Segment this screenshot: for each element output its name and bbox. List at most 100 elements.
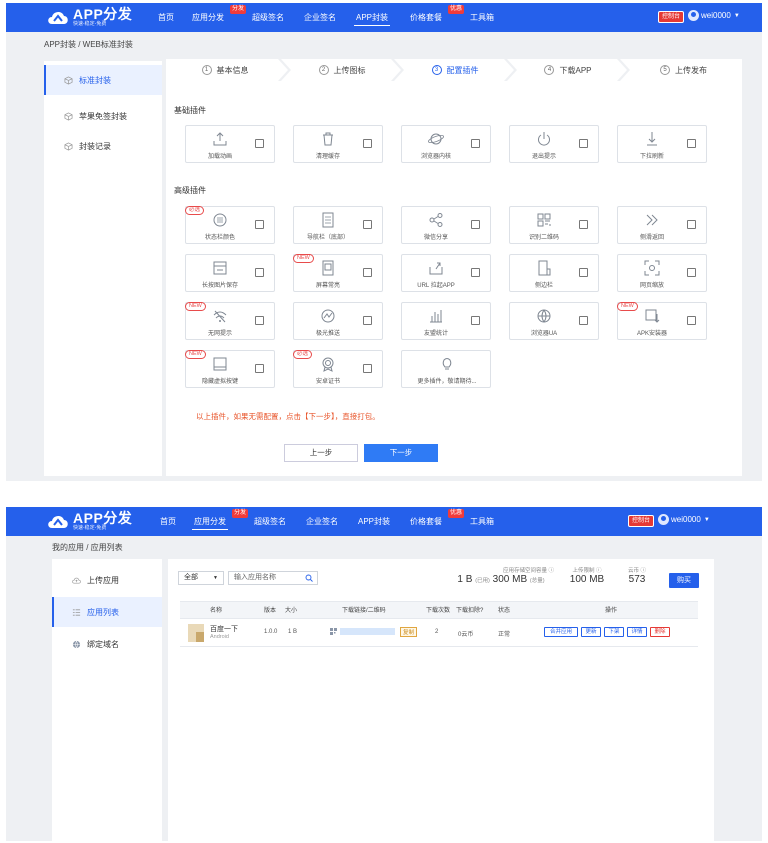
take-down-button[interactable]: 下架: [604, 627, 624, 637]
user-menu[interactable]: wei0000 ▼: [658, 514, 710, 525]
app-table-header: 名称 版本 大小 下载链接/二维码 下载次数 下载扣除? 状态 操作: [180, 601, 698, 619]
plugin-card-umeng-stats[interactable]: 友盟统计: [401, 302, 491, 340]
console-button[interactable]: 控制台: [628, 515, 655, 527]
plugin-card-bottom-nav[interactable]: 导航栏（底部）: [293, 206, 383, 244]
download-link-blurred[interactable]: [340, 628, 395, 635]
plugin-checkbox[interactable]: [579, 139, 588, 148]
nav-super-sign[interactable]: 超级签名: [254, 507, 286, 536]
plugin-card-browser-kernel[interactable]: 浏览器内核: [401, 125, 491, 163]
buy-button[interactable]: 购买: [669, 573, 699, 588]
plugin-card-apk-installer[interactable]: NEW APK安装器: [617, 302, 707, 340]
top-nav-bar: APP分发 快速-稳定-免费 首页 应用分发 分发 超级签名 企业签名 APP封装…: [6, 507, 762, 536]
plugin-checkbox[interactable]: [255, 268, 264, 277]
plugin-card-swipe-back[interactable]: 侧滑返回: [617, 206, 707, 244]
plugin-card-hide-virtual-keys[interactable]: NEW 隐藏虚拟按键: [185, 350, 275, 388]
plugin-checkbox[interactable]: [687, 139, 696, 148]
sidebar-item-wrap-records[interactable]: 封装记录: [44, 131, 162, 161]
plugin-card-jpush[interactable]: 极光推送: [293, 302, 383, 340]
app-search-input[interactable]: 输入应用名称: [228, 571, 318, 585]
plugin-checkbox[interactable]: [471, 316, 480, 325]
plugin-checkbox[interactable]: [363, 316, 372, 325]
plugin-card-clear-cache[interactable]: 清理缓存: [293, 125, 383, 163]
sidebar-item-upload-app[interactable]: 上传应用: [52, 565, 162, 595]
plugin-checkbox[interactable]: [255, 139, 264, 148]
logo-title: APP分发: [73, 510, 133, 526]
nav-enterprise-sign[interactable]: 企业签名: [306, 507, 338, 536]
plugin-checkbox[interactable]: [255, 316, 264, 325]
details-button[interactable]: 详情: [627, 627, 647, 637]
globe-icon: [537, 309, 551, 323]
plugin-checkbox[interactable]: [255, 364, 264, 373]
sidebar-item-ios-free-wrap[interactable]: 苹果免签封装: [44, 101, 162, 131]
sidebar-item-bind-domain[interactable]: 绑定域名: [52, 629, 162, 659]
user-menu[interactable]: wei0000 ▼: [688, 10, 740, 21]
logo[interactable]: APP分发 快速-稳定-免费: [46, 511, 132, 531]
merge-app-button[interactable]: 合并应用: [544, 627, 578, 637]
nav-enterprise-sign[interactable]: 企业签名: [304, 3, 336, 32]
console-button[interactable]: 控制台: [658, 11, 685, 23]
plugin-checkbox[interactable]: [471, 220, 480, 229]
nav-pricing[interactable]: 价格套餐 优惠: [410, 507, 465, 536]
qrcode-icon[interactable]: [330, 628, 337, 635]
next-step-button[interactable]: 下一步: [364, 444, 438, 462]
update-button[interactable]: 更新: [581, 627, 601, 637]
nav-app-distribution[interactable]: 应用分发 分发: [192, 507, 249, 536]
step-publish: 5 上传发布: [625, 59, 742, 81]
plugin-card-sidebar[interactable]: 侧边栏: [509, 254, 599, 292]
nav-pricing[interactable]: 价格套餐 优惠: [410, 3, 465, 32]
plugin-card-exit-prompt[interactable]: 退出提示: [509, 125, 599, 163]
plugin-card-url-launch[interactable]: URL 拉起APP: [401, 254, 491, 292]
launch-icon: [429, 262, 443, 275]
power-icon: [538, 132, 550, 146]
plugin-card-android-certificate[interactable]: 必选 安卓证书: [293, 350, 383, 388]
plugin-card-wechat-share[interactable]: 微信分享: [401, 206, 491, 244]
plugin-card-page-zoom[interactable]: 网页缩放: [617, 254, 707, 292]
nav-app-distribution[interactable]: 应用分发 分发: [192, 3, 247, 32]
logo-title: APP分发: [73, 6, 133, 22]
delete-button[interactable]: 删除: [650, 627, 670, 637]
plugin-checkbox[interactable]: [579, 220, 588, 229]
logo[interactable]: APP分发 快速-稳定-免费: [46, 7, 132, 27]
nav-app-wrap[interactable]: APP封装: [353, 3, 391, 32]
plugin-checkbox[interactable]: [363, 139, 372, 148]
search-icon[interactable]: [305, 574, 313, 582]
column-header: 状态: [498, 608, 511, 614]
table-row: 百度一下 Android 1.0.0 1 B 复制 2 0云币 正常 合并应用 …: [180, 619, 698, 647]
plugin-card-loading-animation[interactable]: 加载动画: [185, 125, 275, 163]
column-header: 下载次数: [426, 608, 451, 614]
plugin-checkbox[interactable]: [363, 220, 372, 229]
plugin-checkbox[interactable]: [579, 316, 588, 325]
plugin-checkbox[interactable]: [687, 316, 696, 325]
plugin-card-no-network[interactable]: NEW 无网提示: [185, 302, 275, 340]
plugin-card-qrcode[interactable]: 识别二维码: [509, 206, 599, 244]
plugin-card-browser-ua[interactable]: 浏览器UA: [509, 302, 599, 340]
plugin-checkbox[interactable]: [363, 268, 372, 277]
plugin-card-pull-refresh[interactable]: 下拉刷新: [617, 125, 707, 163]
plugin-checkbox[interactable]: [363, 364, 372, 373]
nav-super-sign[interactable]: 超级签名: [252, 3, 284, 32]
chevron-down-icon: ▼: [703, 516, 710, 523]
nav-toolbox[interactable]: 工具箱: [470, 507, 494, 536]
nav-home[interactable]: 首页: [158, 3, 174, 32]
plugin-checkbox[interactable]: [579, 268, 588, 277]
plugin-checkbox[interactable]: [687, 220, 696, 229]
plugin-checkbox[interactable]: [687, 268, 696, 277]
platform-filter-select[interactable]: 全部 ▼: [178, 571, 224, 585]
trash-icon: [323, 132, 333, 146]
plugin-checkbox[interactable]: [255, 220, 264, 229]
sidebar-item-app-list[interactable]: 应用列表: [52, 597, 162, 627]
main-nav: 首页 应用分发 分发 超级签名 企业签名 APP封装 价格套餐 优惠 工具箱: [158, 3, 494, 32]
plugin-checkbox[interactable]: [471, 268, 480, 277]
plugin-checkbox[interactable]: [471, 139, 480, 148]
plugin-card-long-press-save[interactable]: 长按图片保存: [185, 254, 275, 292]
nav-tag-badge: 分发: [230, 5, 247, 14]
copy-link-button[interactable]: 复制: [400, 627, 418, 637]
prev-step-button[interactable]: 上一步: [284, 444, 358, 462]
nav-home[interactable]: 首页: [160, 507, 176, 536]
plugin-card-screen-on[interactable]: NEW 屏幕常亮: [293, 254, 383, 292]
nav-app-wrap[interactable]: APP封装: [358, 507, 390, 536]
sidebar-item-standard-wrap[interactable]: 标准封装: [44, 65, 162, 95]
plugin-card-status-bar-color[interactable]: 必选 状态栏颜色: [185, 206, 275, 244]
logo-cloud-icon: [48, 11, 68, 24]
nav-toolbox[interactable]: 工具箱: [470, 3, 494, 32]
